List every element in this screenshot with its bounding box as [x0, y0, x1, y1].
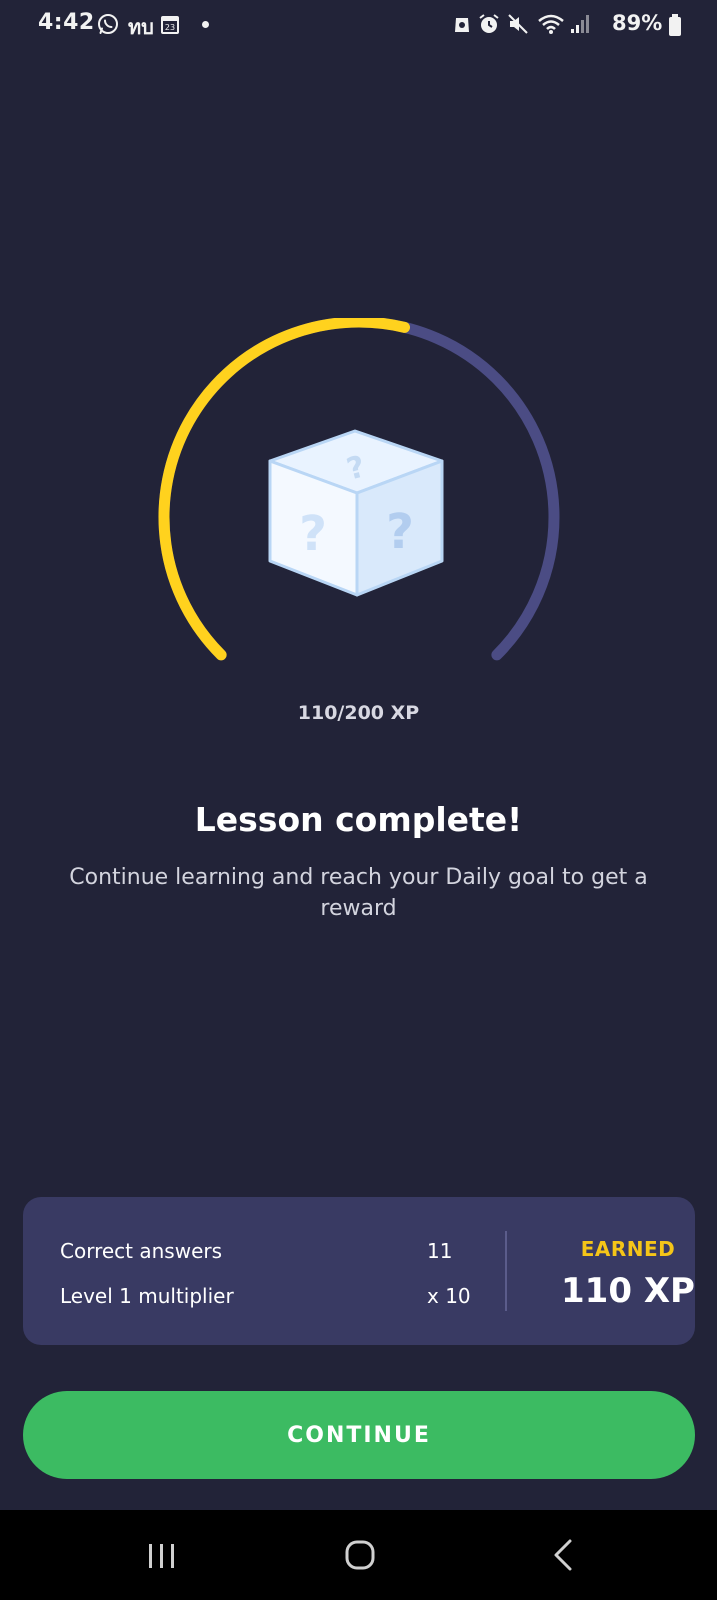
- back-icon[interactable]: [534, 1530, 594, 1580]
- notification-dot-icon: [202, 21, 209, 28]
- level-multiplier-value: x 10: [427, 1284, 471, 1308]
- level-multiplier-label: Level 1 multiplier: [60, 1284, 234, 1308]
- whatsapp-icon: [96, 12, 120, 36]
- xp-progress-text: 110/200 XP: [297, 702, 420, 724]
- lesson-complete-subtitle: Continue learning and reach your Daily g…: [69, 865, 648, 921]
- status-time: 4:42: [38, 10, 95, 35]
- status-carrier: ทบ: [128, 15, 154, 39]
- lesson-complete-title: Lesson complete!: [194, 800, 523, 839]
- battery-percent: 89%: [612, 11, 663, 35]
- battery-icon: [668, 13, 682, 37]
- mystery-box-icon: ? ? ?: [268, 429, 444, 597]
- mute-icon: [506, 12, 530, 36]
- recents-icon[interactable]: [132, 1530, 192, 1580]
- lesson-complete-screen: 4:42 ทบ 23 89% ? ? ? 110/200 XP Lesson c…: [0, 0, 717, 1600]
- earned-xp-value: 110 XP: [561, 1271, 695, 1311]
- wifi-icon: [537, 12, 565, 36]
- calendar-icon: 23: [160, 13, 180, 35]
- alarm-icon: [477, 12, 501, 36]
- system-nav-bar: [0, 1510, 717, 1600]
- calendar-day: 23: [165, 23, 175, 32]
- xp-summary-card: Correct answers 11 Level 1 multiplier x …: [23, 1197, 695, 1345]
- xp-progress-ring: ? ? ?: [150, 316, 568, 678]
- status-bar: 4:42 ทบ 23 89%: [0, 0, 717, 50]
- shield-icon: [450, 12, 474, 36]
- home-icon[interactable]: [330, 1530, 390, 1580]
- card-divider: [505, 1231, 507, 1311]
- continue-button[interactable]: CONTINUE: [23, 1391, 695, 1479]
- signal-icon: [569, 12, 593, 36]
- earned-label: EARNED: [580, 1237, 676, 1261]
- svg-text:?: ?: [299, 506, 327, 562]
- correct-answers-label: Correct answers: [60, 1239, 223, 1263]
- svg-text:?: ?: [386, 504, 414, 560]
- correct-answers-value: 11: [427, 1239, 453, 1263]
